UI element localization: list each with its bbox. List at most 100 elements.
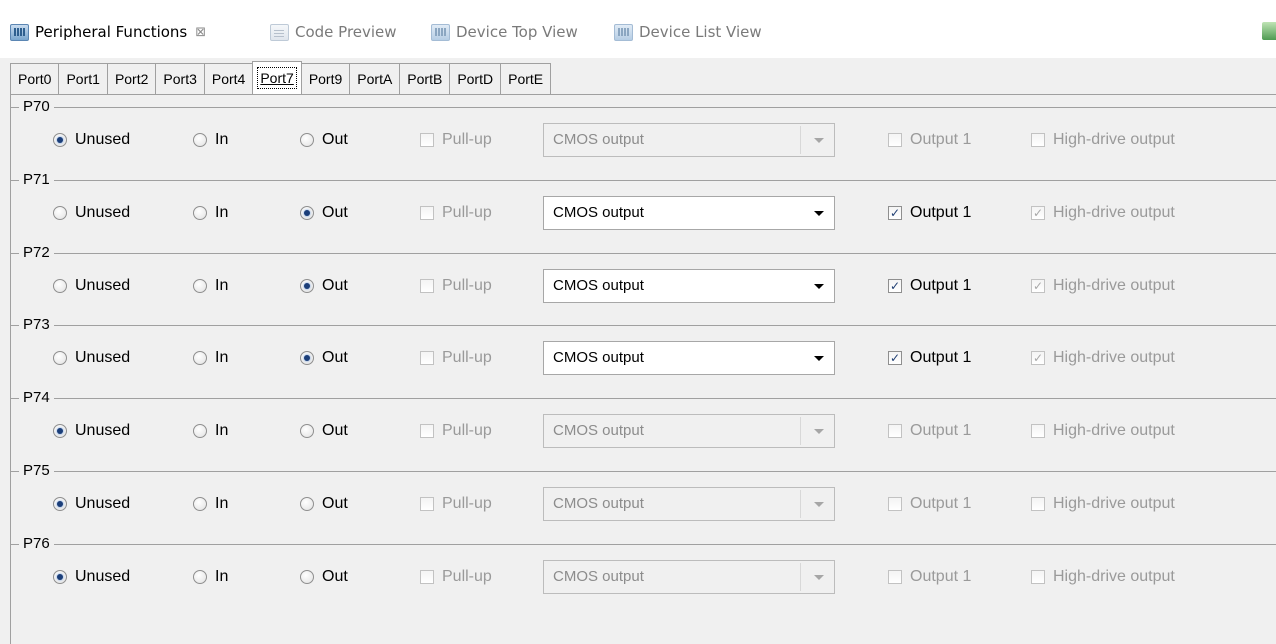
radio-button-icon[interactable] bbox=[53, 206, 67, 220]
radio-out[interactable]: Out bbox=[300, 277, 348, 295]
radio-in[interactable]: In bbox=[193, 204, 228, 222]
checkbox-icon[interactable]: ✓ bbox=[888, 279, 902, 293]
chevron-down-icon bbox=[814, 502, 824, 507]
radio-button-icon[interactable] bbox=[193, 424, 207, 438]
chevron-down-icon[interactable] bbox=[814, 211, 824, 216]
radio-out[interactable]: Out bbox=[300, 131, 348, 149]
high-drive-checkbox: High-drive output bbox=[1031, 495, 1175, 513]
radio-unused[interactable]: Unused bbox=[53, 495, 130, 513]
radio-out[interactable]: Out bbox=[300, 204, 348, 222]
divider bbox=[800, 563, 801, 591]
radio-button-icon[interactable] bbox=[300, 351, 314, 365]
tab-device-top-view[interactable]: Device Top View bbox=[431, 21, 578, 43]
tab-code-preview[interactable]: Code Preview bbox=[270, 21, 397, 43]
tab-port1[interactable]: Port1 bbox=[58, 63, 107, 95]
radio-in[interactable]: In bbox=[193, 422, 228, 440]
checkbox-label: High-drive output bbox=[1053, 422, 1175, 439]
output-type-select[interactable]: CMOS output bbox=[543, 269, 835, 303]
radio-in[interactable]: In bbox=[193, 495, 228, 513]
tab-label: Code Preview bbox=[295, 23, 397, 41]
output1-checkbox: Output 1 bbox=[888, 131, 971, 149]
radio-button-icon[interactable] bbox=[53, 497, 67, 511]
tab-port3[interactable]: Port3 bbox=[155, 63, 204, 95]
checkbox-label: High-drive output bbox=[1053, 495, 1175, 512]
radio-button-icon[interactable] bbox=[53, 279, 67, 293]
radio-button-icon[interactable] bbox=[300, 570, 314, 584]
radio-button-icon[interactable] bbox=[193, 133, 207, 147]
pin-group-p70: P70 Unused In Out Pull-up CMOS output Ou… bbox=[0, 98, 1276, 171]
checkbox-label: Output 1 bbox=[910, 204, 972, 221]
radio-button-icon[interactable] bbox=[300, 279, 314, 293]
output-type-select[interactable]: CMOS output bbox=[543, 341, 835, 375]
radio-button-icon[interactable] bbox=[300, 133, 314, 147]
tab-device-list-view[interactable]: Device List View bbox=[614, 21, 762, 43]
high-drive-checkbox: ✓ High-drive output bbox=[1031, 204, 1175, 222]
tab-peripheral-functions[interactable]: Peripheral Functions ⊠ bbox=[10, 21, 206, 43]
tab-portd[interactable]: PortD bbox=[449, 63, 501, 95]
radio-button-icon[interactable] bbox=[53, 570, 67, 584]
radio-label: Unused bbox=[75, 422, 131, 439]
chevron-down-icon[interactable] bbox=[814, 356, 824, 361]
pin-group-p74: P74 Unused In Out Pull-up CMOS output Ou… bbox=[0, 389, 1276, 462]
radio-button-icon[interactable] bbox=[300, 424, 314, 438]
divider bbox=[800, 126, 801, 154]
checkbox-icon bbox=[420, 133, 434, 147]
radio-in[interactable]: In bbox=[193, 131, 228, 149]
radio-unused[interactable]: Unused bbox=[53, 568, 130, 586]
tab-port7[interactable]: Port7 bbox=[252, 61, 302, 95]
output1-checkbox[interactable]: ✓ Output 1 bbox=[888, 277, 971, 295]
high-drive-checkbox: ✓ High-drive output bbox=[1031, 349, 1175, 367]
radio-unused[interactable]: Unused bbox=[53, 131, 130, 149]
chevron-down-icon[interactable] bbox=[814, 284, 824, 289]
group-border bbox=[10, 325, 1276, 326]
tab-port2[interactable]: Port2 bbox=[106, 63, 156, 95]
tab-porta[interactable]: PortA bbox=[349, 63, 400, 95]
checkbox-icon[interactable]: ✓ bbox=[888, 206, 902, 220]
radio-button-icon[interactable] bbox=[193, 497, 207, 511]
radio-out[interactable]: Out bbox=[300, 568, 348, 586]
high-drive-checkbox: High-drive output bbox=[1031, 568, 1175, 586]
radio-in[interactable]: In bbox=[193, 349, 228, 367]
radio-unused[interactable]: Unused bbox=[53, 204, 130, 222]
radio-button-icon[interactable] bbox=[53, 133, 67, 147]
radio-label: Unused bbox=[75, 204, 131, 221]
checkbox-label: Pull-up bbox=[442, 568, 492, 585]
tab-port4[interactable]: Port4 bbox=[203, 63, 253, 95]
checkbox-icon bbox=[888, 497, 902, 511]
radio-out[interactable]: Out bbox=[300, 422, 348, 440]
radio-in[interactable]: In bbox=[193, 568, 228, 586]
checkbox-icon[interactable]: ✓ bbox=[888, 351, 902, 365]
radio-button-icon[interactable] bbox=[193, 570, 207, 584]
radio-in[interactable]: In bbox=[193, 277, 228, 295]
tab-port0[interactable]: Port0 bbox=[10, 63, 59, 95]
radio-button-icon[interactable] bbox=[193, 351, 207, 365]
tab-port9[interactable]: Port9 bbox=[300, 63, 350, 95]
divider bbox=[800, 417, 801, 445]
pin-name: P74 bbox=[19, 389, 54, 407]
tab-portb[interactable]: PortB bbox=[399, 63, 450, 95]
output-type-select: CMOS output bbox=[543, 414, 835, 448]
radio-unused[interactable]: Unused bbox=[53, 422, 130, 440]
radio-label: Out bbox=[322, 204, 348, 221]
radio-unused[interactable]: Unused bbox=[53, 349, 130, 367]
radio-button-icon[interactable] bbox=[300, 206, 314, 220]
output1-checkbox[interactable]: ✓ Output 1 bbox=[888, 349, 971, 367]
radio-button-icon[interactable] bbox=[193, 206, 207, 220]
pullup-checkbox: Pull-up bbox=[420, 277, 492, 295]
close-icon[interactable]: ⊠ bbox=[195, 25, 206, 40]
radio-unused[interactable]: Unused bbox=[53, 277, 130, 295]
radio-out[interactable]: Out bbox=[300, 495, 348, 513]
radio-button-icon[interactable] bbox=[53, 351, 67, 365]
output1-checkbox[interactable]: ✓ Output 1 bbox=[888, 204, 971, 222]
pin-group-p73: P73 Unused In Out Pull-up CMOS output ✓ bbox=[0, 316, 1276, 389]
output-type-select[interactable]: CMOS output bbox=[543, 196, 835, 230]
radio-button-icon[interactable] bbox=[193, 279, 207, 293]
tab-porte[interactable]: PortE bbox=[500, 63, 552, 95]
radio-out[interactable]: Out bbox=[300, 349, 348, 367]
tab-label: PortE bbox=[508, 71, 544, 87]
radio-button-icon[interactable] bbox=[300, 497, 314, 511]
generate-code-icon[interactable] bbox=[1262, 22, 1276, 40]
tab-label: Device List View bbox=[639, 23, 762, 41]
code-preview-icon bbox=[270, 23, 289, 41]
radio-button-icon[interactable] bbox=[53, 424, 67, 438]
